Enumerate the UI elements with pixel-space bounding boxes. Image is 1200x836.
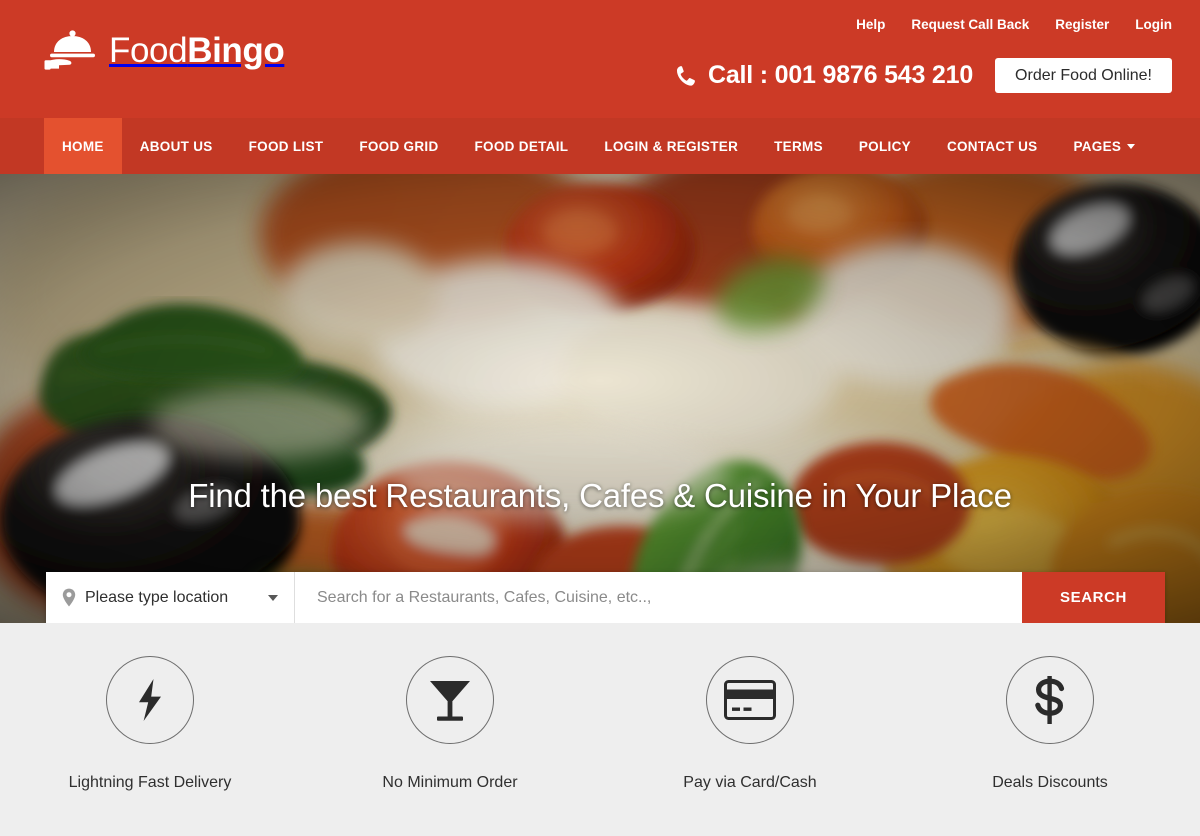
nav-label: TERMS (774, 138, 823, 154)
feature-label: Deals Discounts (992, 774, 1108, 791)
header-link-request-call-back[interactable]: Request Call Back (911, 17, 1029, 32)
feature-no-minimum-order: No Minimum Order (300, 656, 600, 792)
location-select[interactable]: Please type location (46, 572, 295, 623)
features-section: Lightning Fast Delivery No Minimum Order (0, 623, 1200, 836)
nav-label: FOOD GRID (359, 138, 439, 154)
feature-lightning-fast-delivery: Lightning Fast Delivery (0, 656, 300, 792)
phone-icon (676, 65, 696, 87)
nav-label: CONTACT US (946, 138, 1038, 154)
logo-word-bingo: Bingo (187, 30, 285, 70)
header-call-row: Call : 001 9876 543 210 Order Food Onlin… (676, 58, 1172, 93)
lightning-bolt-icon (135, 679, 165, 721)
feature-deals-discounts: Deals Discounts (900, 656, 1200, 792)
page-root: FoodBingo Help Request Call Back Registe… (0, 0, 1200, 836)
site-header: FoodBingo Help Request Call Back Registe… (0, 0, 1200, 118)
header-link-register[interactable]: Register (1055, 17, 1109, 32)
hero-background-photo (0, 174, 1200, 623)
hero-heading: Find the best Restaurants, Cafes & Cuisi… (188, 477, 1012, 514)
nav-item-food-grid[interactable]: FOOD GRID (341, 118, 456, 174)
call-number-text: Call : 001 9876 543 210 (707, 61, 974, 89)
site-logo[interactable]: FoodBingo (44, 27, 285, 73)
nav-label: FOOD DETAIL (474, 138, 569, 154)
nav-item-food-list[interactable]: FOOD LIST (231, 118, 342, 174)
nav-label: LOGIN & REGISTER (604, 138, 739, 154)
main-navigation: HOME ABOUT US FOOD LIST FOOD GRID FOOD D… (0, 118, 1200, 174)
nav-item-pages[interactable]: PAGES (1055, 118, 1153, 174)
feature-label: Lightning Fast Delivery (68, 774, 232, 791)
nav-item-home[interactable]: HOME (44, 118, 122, 174)
feature-pay-via-card-cash: Pay via Card/Cash (600, 656, 900, 792)
nav-item-terms[interactable]: TERMS (756, 118, 841, 174)
nav-item-login-register[interactable]: LOGIN & REGISTER (586, 118, 756, 174)
feature-label: Pay via Card/Cash (683, 774, 817, 791)
nav-item-policy[interactable]: POLICY (841, 118, 929, 174)
nav-label: ABOUT US (139, 138, 213, 154)
food-tray-hand-icon (44, 27, 100, 73)
hero-search-bar: Please type location SEARCH (46, 572, 1165, 623)
location-select-value: Please type location (85, 588, 229, 606)
phone-number-block[interactable]: Call : 001 9876 543 210 (676, 61, 973, 90)
nav-label: PAGES (1073, 138, 1122, 154)
feature-icon-circle (106, 656, 194, 744)
nav-label: POLICY (858, 138, 911, 154)
logo-word-food: Food (109, 30, 188, 70)
credit-card-icon (724, 680, 776, 720)
header-link-login[interactable]: Login (1135, 17, 1172, 32)
map-pin-icon (62, 588, 76, 607)
cocktail-glass-icon (429, 678, 471, 722)
feature-icon-circle (1006, 656, 1094, 744)
feature-icon-circle (706, 656, 794, 744)
search-button[interactable]: SEARCH (1022, 572, 1165, 623)
header-link-help[interactable]: Help (856, 17, 885, 32)
chevron-down-icon (268, 594, 278, 601)
nav-label: FOOD LIST (248, 138, 324, 154)
nav-item-food-detail[interactable]: FOOD DETAIL (457, 118, 587, 174)
dollar-sign-icon (1033, 676, 1067, 724)
nav-item-about-us[interactable]: ABOUT US (122, 118, 231, 174)
search-input[interactable] (295, 572, 1022, 623)
nav-label: HOME (62, 138, 104, 154)
order-food-online-button[interactable]: Order Food Online! (995, 58, 1172, 93)
feature-icon-circle (406, 656, 494, 744)
chevron-down-icon (1127, 143, 1136, 149)
feature-label: No Minimum Order (382, 774, 518, 791)
nav-item-contact-us[interactable]: CONTACT US (929, 118, 1056, 174)
header-utility-links: Help Request Call Back Register Login (856, 17, 1172, 32)
hero-section: Find the best Restaurants, Cafes & Cuisi… (0, 174, 1200, 623)
logo-wordmark: FoodBingo (109, 30, 285, 70)
